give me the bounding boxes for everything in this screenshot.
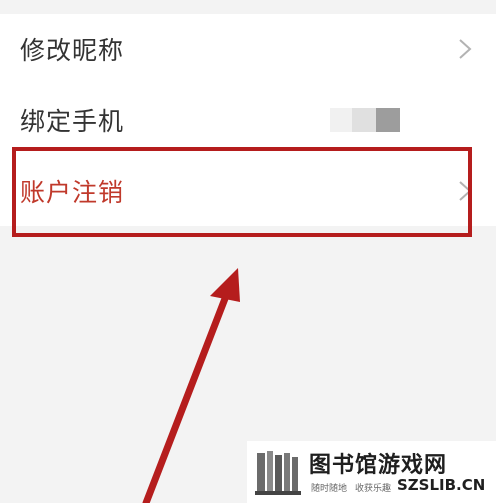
watermark-title: 图书馆游戏网: [309, 453, 448, 478]
top-spacer: [0, 0, 496, 14]
settings-row-label: 绑定手机: [20, 107, 125, 136]
chevron-right-icon: [459, 181, 472, 201]
settings-row-cancel-account[interactable]: 账户注销: [0, 156, 496, 226]
masked-phone-number: [330, 108, 400, 132]
watermark-tagline-left: 随时随地: [311, 484, 348, 494]
watermark-tagline-right: 收获乐趣: [355, 484, 392, 494]
watermark-domain: SZSLIB.CN: [397, 476, 486, 494]
watermark: 图书馆游戏网 随时随地 收获乐趣 SZSLIB.CN: [247, 441, 496, 503]
settings-row-bind-phone[interactable]: 绑定手机: [0, 84, 496, 156]
settings-row-edit-nickname[interactable]: 修改昵称: [0, 14, 496, 84]
library-logo-icon: [255, 451, 301, 495]
account-settings-list: 修改昵称 绑定手机 账户注销: [0, 14, 496, 226]
settings-row-label: 账户注销: [20, 178, 125, 207]
settings-row-label: 修改昵称: [20, 36, 125, 65]
chevron-right-icon: [459, 39, 472, 59]
